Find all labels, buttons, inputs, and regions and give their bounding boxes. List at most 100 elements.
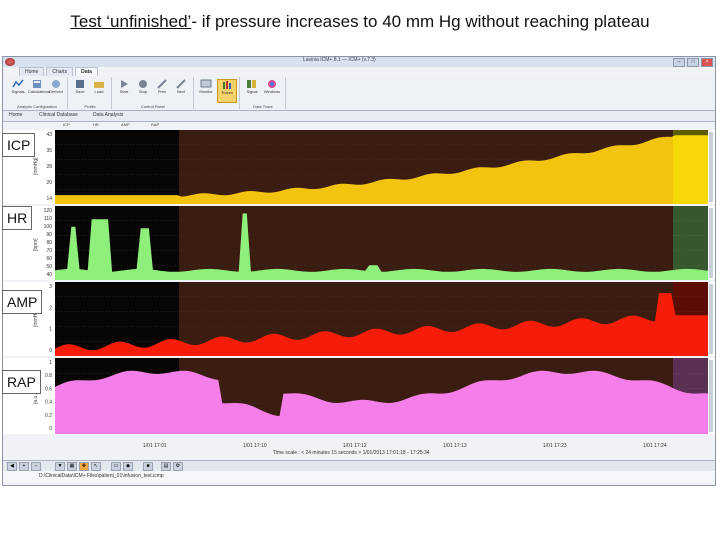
status-path: D:\ClinicalData\ICM+ Files\patient_01\in… xyxy=(39,473,164,479)
group-label-analysis: Analysis Configuration xyxy=(17,104,57,109)
doc-tab-home[interactable]: Home xyxy=(9,112,22,118)
scrollbar xyxy=(709,360,713,432)
time-tick: 1/01 17:01 xyxy=(143,443,167,449)
derived-label: Derived xyxy=(49,89,63,94)
y-tick-label: 35 xyxy=(46,148,52,154)
windows-label: Windows xyxy=(263,89,281,94)
chart-icon[interactable]: ◆ xyxy=(123,462,133,471)
monitor-label: Monitor xyxy=(199,89,213,94)
trace-tail xyxy=(673,282,708,356)
column-header-icp: ICP xyxy=(63,122,70,127)
calculator-icon xyxy=(33,80,41,88)
cursor-icon[interactable]: ↖ xyxy=(91,462,101,471)
monitor-button[interactable]: Monitor xyxy=(197,79,215,101)
windows-button[interactable]: Windows xyxy=(263,79,281,101)
scrollbar xyxy=(709,132,713,202)
save-label: Save xyxy=(75,89,85,94)
load-label: Load xyxy=(94,89,104,94)
y-tick-label: 20 xyxy=(46,180,52,186)
minimize-button[interactable]: – xyxy=(673,58,685,67)
y-tick-label: 0 xyxy=(49,426,52,432)
start-button[interactable]: Start xyxy=(115,79,133,101)
traces-button[interactable]: Traces xyxy=(217,79,237,103)
unit-label: [a.u.] xyxy=(33,392,39,404)
derived-icon xyxy=(52,80,60,88)
ribbon-tabs: Home Charts Data xyxy=(19,67,98,76)
trace-label-icp: ICP xyxy=(2,133,36,157)
signal-button[interactable]: Signal xyxy=(243,79,261,101)
ribbon: Signals Calculations Derived Analysis Co… xyxy=(3,76,715,111)
ribbon-group-monitor: Monitor Traces xyxy=(195,77,240,109)
trace-tail xyxy=(673,130,708,204)
derived-button[interactable]: Derived xyxy=(47,79,65,101)
y-tick-label: 1 xyxy=(49,360,52,366)
time-tick: 1/01 17:24 xyxy=(643,443,667,449)
ribbon-tab-data[interactable]: Data xyxy=(75,67,98,76)
time-tick: 1/01 17:12 xyxy=(343,443,367,449)
y-tick-label: 70 xyxy=(46,248,52,254)
next-label: Next xyxy=(176,89,186,94)
y-tick-label: 120 xyxy=(44,208,53,214)
traces-label: Traces xyxy=(220,90,234,95)
settings-icon[interactable]: ⚙ xyxy=(173,462,183,471)
y-tick-label: 110 xyxy=(44,216,52,222)
unit-label: [mmHg] xyxy=(33,157,39,175)
time-scale-caption: Time scale : < 24 minutes 15 seconds > 1… xyxy=(273,450,430,456)
color-wheel-icon xyxy=(268,80,276,88)
y-tick-label: 0.2 xyxy=(45,413,52,419)
signal-label: Signal xyxy=(246,89,258,94)
table-icon[interactable]: ▦ xyxy=(67,462,77,471)
ribbon-group-data-trace: Signal Windows Data Trace xyxy=(241,77,286,109)
trace-tail xyxy=(673,358,708,434)
stop-icon xyxy=(139,80,147,88)
doc-tab-clinical-database[interactable]: Clinical Database xyxy=(39,112,78,118)
ribbon-group-profile: Save Load Profile xyxy=(69,77,112,109)
next-button[interactable]: Next xyxy=(172,79,190,101)
ribbon-tab-home[interactable]: Home xyxy=(19,67,45,76)
ribbon-tab-charts[interactable]: Charts xyxy=(46,67,74,76)
trace-plots[interactable]: 4335282014[mmHg]120110100908070605040[bp… xyxy=(3,130,715,442)
status-path-bar: D:\ClinicalData\ICM+ Files\patient_01\in… xyxy=(3,471,715,483)
monitor-icon xyxy=(200,79,212,88)
trace-label-rap: RAP xyxy=(2,370,41,394)
traces-icon xyxy=(223,81,231,89)
maximize-button[interactable]: □ xyxy=(687,58,699,67)
signals-icon xyxy=(12,79,24,88)
group-label-control: Control Panel xyxy=(140,104,166,109)
y-tick-label: 90 xyxy=(46,232,52,238)
y-tick-label: 28 xyxy=(46,164,52,170)
unit-label: [bpm] xyxy=(33,238,39,251)
title-bar: Lavinia ICM+ 8.1 — ICM+ (v.7.3) – □ × xyxy=(3,57,715,67)
back-icon[interactable]: ◀ xyxy=(7,462,17,471)
signal-icon xyxy=(247,80,256,88)
column-header-hr: HR xyxy=(93,122,99,127)
camera-icon[interactable]: ■ xyxy=(143,462,153,471)
group-label-data-trace: Data Trace xyxy=(253,104,273,109)
print-icon[interactable]: ▤ xyxy=(161,462,171,471)
y-tick-label: 60 xyxy=(46,256,52,262)
stop-button[interactable]: Stop xyxy=(134,79,152,101)
load-profile-button[interactable]: Load xyxy=(90,79,108,101)
ruler-icon[interactable]: ▭ xyxy=(111,462,121,471)
signals-button[interactable]: Signals xyxy=(9,79,27,101)
filter-icon[interactable]: ▼ xyxy=(55,462,65,471)
zoom-out-icon[interactable]: − xyxy=(31,462,41,471)
pan-icon[interactable]: ✥ xyxy=(79,462,89,471)
app-window: Lavinia ICM+ 8.1 — ICM+ (v.7.3) – □ × Ho… xyxy=(2,56,716,486)
doc-tab-data-analysis[interactable]: Data Analysis xyxy=(93,112,123,118)
group-label-profile: Profile xyxy=(84,104,96,109)
slide-title: Test ‘unfinished’- if pressure increases… xyxy=(0,12,720,32)
save-profile-button[interactable]: Save xyxy=(71,79,89,101)
zoom-in-icon[interactable]: + xyxy=(19,462,29,471)
y-tick-label: 100 xyxy=(44,224,53,230)
y-tick-label: 14 xyxy=(46,196,52,202)
prev-button[interactable]: Prev xyxy=(153,79,171,101)
app-orb-icon[interactable] xyxy=(5,58,15,66)
column-header-amp: AMP xyxy=(121,122,130,127)
calculations-button[interactable]: Calculations xyxy=(28,79,50,101)
y-tick-label: 0.6 xyxy=(45,386,52,392)
close-button[interactable]: × xyxy=(701,58,713,67)
prev-label: Prev xyxy=(157,89,167,94)
y-tick-label: 0 xyxy=(49,348,52,354)
analysis-window xyxy=(179,206,673,280)
